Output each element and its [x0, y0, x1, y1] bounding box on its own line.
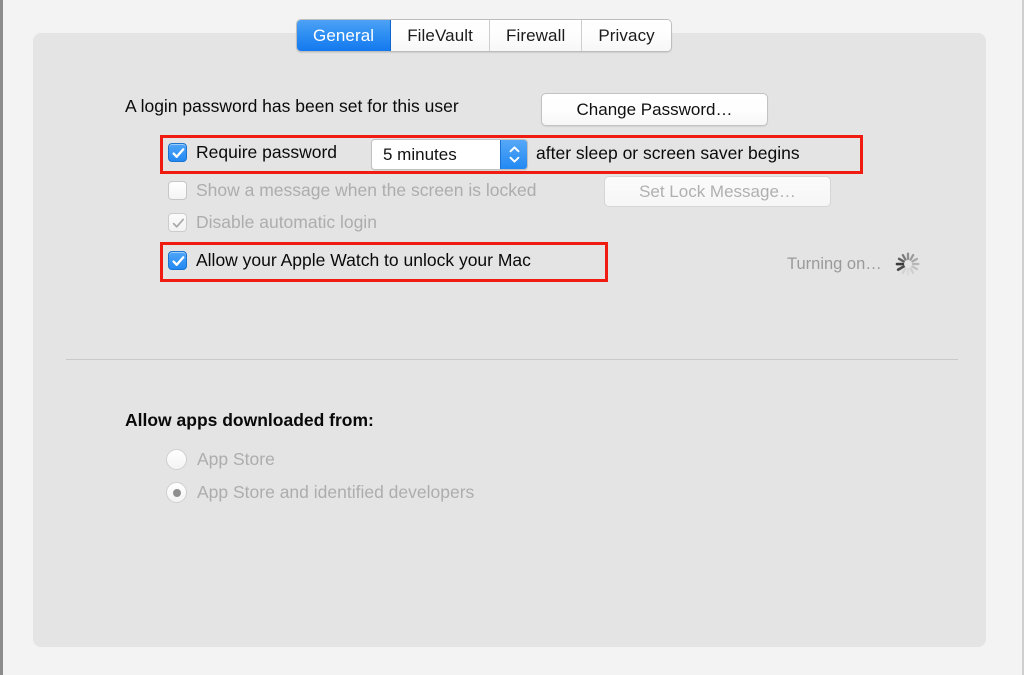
app-store-radio: [166, 449, 187, 470]
gatekeeper-option-app-store-identified: App Store and identified developers: [166, 482, 474, 503]
show-lock-message-label: Show a message when the screen is locked: [196, 180, 537, 200]
disable-automatic-login-label: Disable automatic login: [196, 212, 377, 232]
tab-general[interactable]: General: [297, 20, 392, 51]
gatekeeper-heading: Allow apps downloaded from:: [125, 410, 374, 430]
login-password-status-text: A login password has been set for this u…: [125, 96, 459, 116]
checkmark-icon: [172, 218, 185, 228]
section-divider: [66, 359, 958, 360]
change-password-button-label: Change Password…: [576, 99, 733, 119]
tab-general-label: General: [313, 25, 375, 45]
app-store-identified-radio: [166, 482, 187, 503]
checkmark-icon: [172, 148, 185, 158]
tab-filevault[interactable]: FileVault: [391, 20, 490, 51]
tab-firewall[interactable]: Firewall: [489, 20, 583, 51]
sleep-delay-control[interactable]: 5 minutes: [371, 139, 528, 170]
show-lock-message-checkbox: [168, 181, 187, 200]
spinner-icon: [895, 252, 920, 276]
sleep-delay-value[interactable]: 5 minutes: [372, 140, 500, 169]
apple-watch-unlock-row[interactable]: Allow your Apple Watch to unlock your Ma…: [168, 250, 531, 271]
gatekeeper-option-app-store: App Store: [166, 449, 275, 470]
sleep-delay-trailing-text: after sleep or screen saver begins: [536, 143, 800, 163]
tab-privacy[interactable]: Privacy: [582, 20, 671, 51]
sleep-delay-stepper[interactable]: [500, 140, 527, 169]
app-store-radio-label: App Store: [197, 449, 275, 469]
tab-filevault-label: FileVault: [407, 25, 473, 45]
change-password-button[interactable]: Change Password…: [541, 93, 768, 126]
disable-automatic-login-row: Disable automatic login: [168, 212, 377, 233]
app-store-identified-radio-label: App Store and identified developers: [197, 482, 475, 502]
require-password-label: Require password: [196, 142, 338, 162]
apple-watch-unlock-label: Allow your Apple Watch to unlock your Ma…: [196, 250, 531, 270]
chevron-up-icon[interactable]: [509, 146, 520, 153]
checkmark-icon: [172, 256, 185, 266]
set-lock-message-button-label: Set Lock Message…: [639, 181, 796, 201]
general-pane-content: General FileVault Firewall Privacy A log…: [0, 0, 1024, 675]
preference-tab-bar: General FileVault Firewall Privacy: [296, 19, 672, 52]
chevron-down-icon[interactable]: [509, 156, 520, 163]
set-lock-message-button: Set Lock Message…: [604, 176, 831, 207]
require-password-checkbox[interactable]: [168, 143, 187, 162]
apple-watch-unlock-checkbox[interactable]: [168, 251, 187, 270]
require-password-row[interactable]: Require password: [168, 142, 337, 163]
apple-watch-status: Turning on…: [787, 250, 922, 278]
disable-automatic-login-checkbox: [168, 213, 187, 232]
show-lock-message-row: Show a message when the screen is locked: [168, 180, 536, 201]
tab-privacy-label: Privacy: [598, 25, 655, 45]
tab-firewall-label: Firewall: [505, 25, 566, 45]
apple-watch-status-label: Turning on…: [787, 254, 882, 273]
